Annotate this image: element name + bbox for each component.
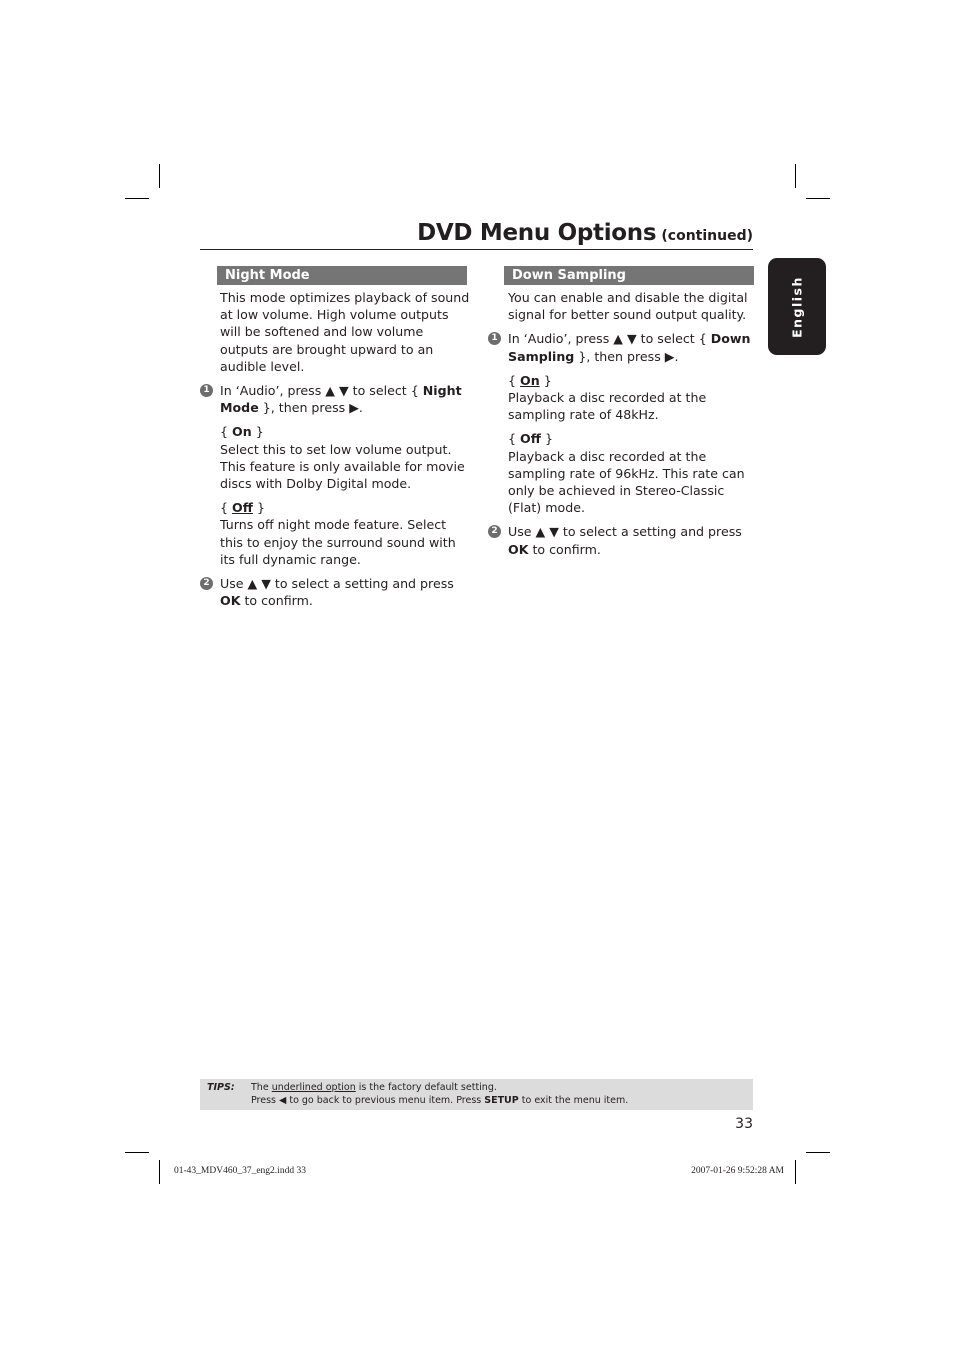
option-off-description: Playback a disc recorded at the sampling… [508, 448, 745, 516]
night-mode-intro: This mode optimizes playback of sound at… [220, 290, 470, 374]
crop-mark [125, 198, 149, 199]
step-number-icon: 2 [200, 577, 213, 591]
night-mode-section: This mode optimizes playback of sound at… [200, 289, 470, 609]
language-tab: English [768, 258, 826, 355]
option-on-label: { On } [220, 424, 264, 440]
night-mode-step-1: 1 In ‘Audio’, press ▲ ▼ to select { Night… [200, 382, 470, 416]
page-title: DVD Menu Options (continued) [200, 220, 753, 250]
crop-mark [795, 164, 796, 188]
tips-box: TIPS: The underlined option is the facto… [200, 1079, 753, 1110]
down-sampling-intro: You can enable and disable the digital s… [508, 290, 748, 323]
night-mode-step-2: 2 Use ▲ ▼ to select a setting and press O… [200, 575, 470, 609]
option-on-description: Playback a disc recorded at the sampling… [508, 390, 707, 423]
tips-label: TIPS: [207, 1082, 235, 1093]
tips-line-2: Press ◀ to go back to previous menu item… [251, 1095, 629, 1106]
down-sampling-step-2: 2 Use ▲ ▼ to select a setting and press O… [488, 523, 758, 557]
step-number-icon: 1 [488, 332, 501, 346]
title-suffix: (continued) [661, 228, 753, 244]
crop-mark [806, 198, 830, 199]
down-sampling-section: You can enable and disable the digital s… [488, 289, 758, 558]
language-tab-label: English [789, 275, 805, 338]
down-sampling-heading: Down Sampling [504, 266, 754, 285]
step-number-icon: 1 [200, 384, 213, 398]
option-on-description: Select this to set low volume output. Th… [220, 441, 465, 492]
crop-mark [159, 1160, 160, 1184]
page-number: 33 [735, 1116, 753, 1132]
option-off-description: Turns off night mode feature. Select thi… [220, 517, 456, 567]
night-mode-heading: Night Mode [217, 266, 467, 285]
crop-mark [125, 1152, 149, 1153]
option-off-label: { Off } [220, 500, 265, 516]
slug-filename: 01-43_MDV460_37_eng2.indd 33 [174, 1166, 306, 1176]
option-off-label: { Off } [508, 431, 553, 447]
tips-line-1: The underlined option is the factory def… [251, 1082, 497, 1093]
down-sampling-step-1: 1 In ‘Audio’, press ▲ ▼ to select { Down … [488, 330, 758, 364]
crop-mark [159, 164, 160, 188]
title-main: DVD Menu Options [417, 220, 657, 246]
step-number-icon: 2 [488, 525, 501, 539]
crop-mark [806, 1152, 830, 1153]
crop-mark [795, 1160, 796, 1184]
slug-timestamp: 2007-01-26 9:52:28 AM [691, 1166, 784, 1176]
option-on-label: { On } [508, 372, 552, 388]
